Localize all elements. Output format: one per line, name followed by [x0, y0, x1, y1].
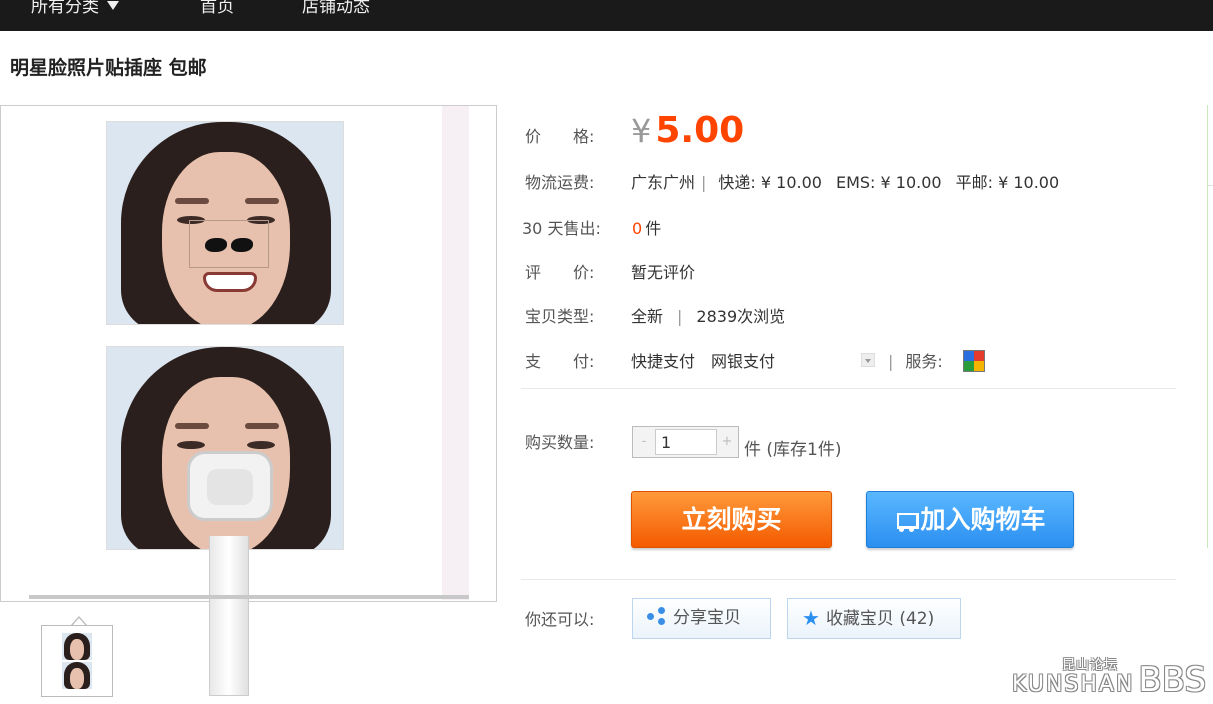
payment-quick[interactable]: 快捷支付	[631, 352, 695, 371]
sold-row: 30 天售出: 0 件	[522, 215, 661, 239]
favorite-button[interactable]: ★ 收藏宝贝 (42)	[787, 598, 961, 639]
side-panel-edge	[1207, 105, 1213, 548]
price-value: 5.00	[655, 110, 745, 151]
caret-down-icon	[107, 1, 119, 10]
stock-info: 件 (库存1件)	[744, 440, 842, 460]
divider	[521, 579, 1176, 580]
payment-label: 支 付:	[525, 352, 595, 371]
quantity-input[interactable]	[655, 429, 717, 455]
product-image-gallery[interactable]	[0, 105, 497, 696]
shipping-row: 物流运费: 广东广州 | 快递: ¥ 10.00 EMS: ¥ 10.00 平邮: ¥ 1…	[525, 169, 1059, 193]
type-row: 宝贝类型: 全新 | 2839次浏览	[525, 303, 785, 327]
buy-now-button[interactable]: 立刻购买	[631, 491, 832, 548]
rating-label: 评 价:	[525, 263, 595, 282]
watermark-text: KUNSHAN	[1012, 672, 1135, 697]
service-label: 服务:	[905, 352, 943, 371]
add-to-cart-label: 加入购物车	[920, 505, 1046, 534]
share-label: 分享宝贝	[673, 608, 741, 628]
quantity-row: 购买数量:	[525, 429, 631, 453]
share-button[interactable]: 分享宝贝	[632, 598, 771, 639]
quantity-plus-button[interactable]: +	[716, 427, 738, 457]
watermark: 昆山论坛 KUNSHAN BBS	[1012, 658, 1207, 700]
shipping-express: 快递: ¥ 10.00	[718, 173, 822, 192]
nav-shop-news[interactable]: 店铺动态	[302, 0, 370, 18]
price-label: 价 格:	[525, 127, 595, 146]
type-value: 全新	[631, 307, 664, 326]
plug-cable	[209, 536, 249, 696]
more-row: 你还可以:	[525, 606, 631, 630]
sold-count: 0	[632, 219, 643, 238]
payment-netbank[interactable]: 网银支付	[711, 352, 775, 371]
watermark-small: 昆山论坛	[1062, 658, 1119, 673]
price-currency: ¥	[631, 112, 652, 150]
nav-home[interactable]: 首页	[200, 0, 234, 18]
rating-row: 评 价: 暂无评价	[525, 259, 695, 283]
rating-value[interactable]: 暂无评价	[631, 263, 695, 282]
product-thumbnail[interactable]	[41, 625, 113, 697]
service-row: | 服务:	[888, 352, 943, 371]
sold-unit: 件	[645, 219, 662, 238]
payment-row: 支 付: 快捷支付 网银支付	[525, 348, 775, 372]
nav-all-categories-label: 所有分类	[31, 0, 99, 17]
gallery-scrollbar[interactable]	[29, 595, 469, 599]
thumbnail-pointer	[71, 616, 87, 626]
cart-icon	[894, 513, 920, 532]
divider	[521, 388, 1176, 389]
shipping-label: 物流运费:	[525, 173, 595, 192]
view-count: 2839次浏览	[696, 307, 786, 326]
shipping-origin[interactable]: 广东广州	[631, 173, 695, 192]
add-to-cart-button[interactable]: 加入购物车	[866, 491, 1074, 548]
quantity-stepper: - +	[632, 426, 739, 458]
type-label: 宝贝类型:	[525, 307, 595, 326]
payment-dropdown-icon[interactable]	[861, 353, 875, 367]
watermark-big: BBS	[1138, 660, 1207, 700]
more-label: 你还可以:	[525, 610, 595, 629]
quantity-minus-button[interactable]: -	[633, 427, 655, 457]
quantity-label: 购买数量:	[525, 433, 595, 452]
share-icon	[647, 607, 667, 625]
sold-label: 30 天售出:	[522, 219, 601, 238]
star-icon: ★	[802, 606, 820, 630]
shipping-mail: 平邮: ¥ 10.00	[955, 173, 1060, 192]
photo-stripe	[442, 106, 469, 600]
top-nav: 所有分类 首页 店铺动态	[0, 0, 1213, 31]
price-row: 价 格: ¥5.00	[525, 110, 744, 151]
service-icon[interactable]	[963, 350, 985, 372]
face-photo-nose-socket	[106, 121, 344, 325]
favorite-label: 收藏宝贝 (42)	[825, 609, 935, 629]
face-photo-plugged	[106, 346, 344, 550]
shipping-ems: EMS: ¥ 10.00	[835, 173, 942, 192]
product-title: 明星脸照片贴插座 包邮	[10, 57, 207, 79]
nav-all-categories[interactable]: 所有分类	[31, 0, 119, 18]
